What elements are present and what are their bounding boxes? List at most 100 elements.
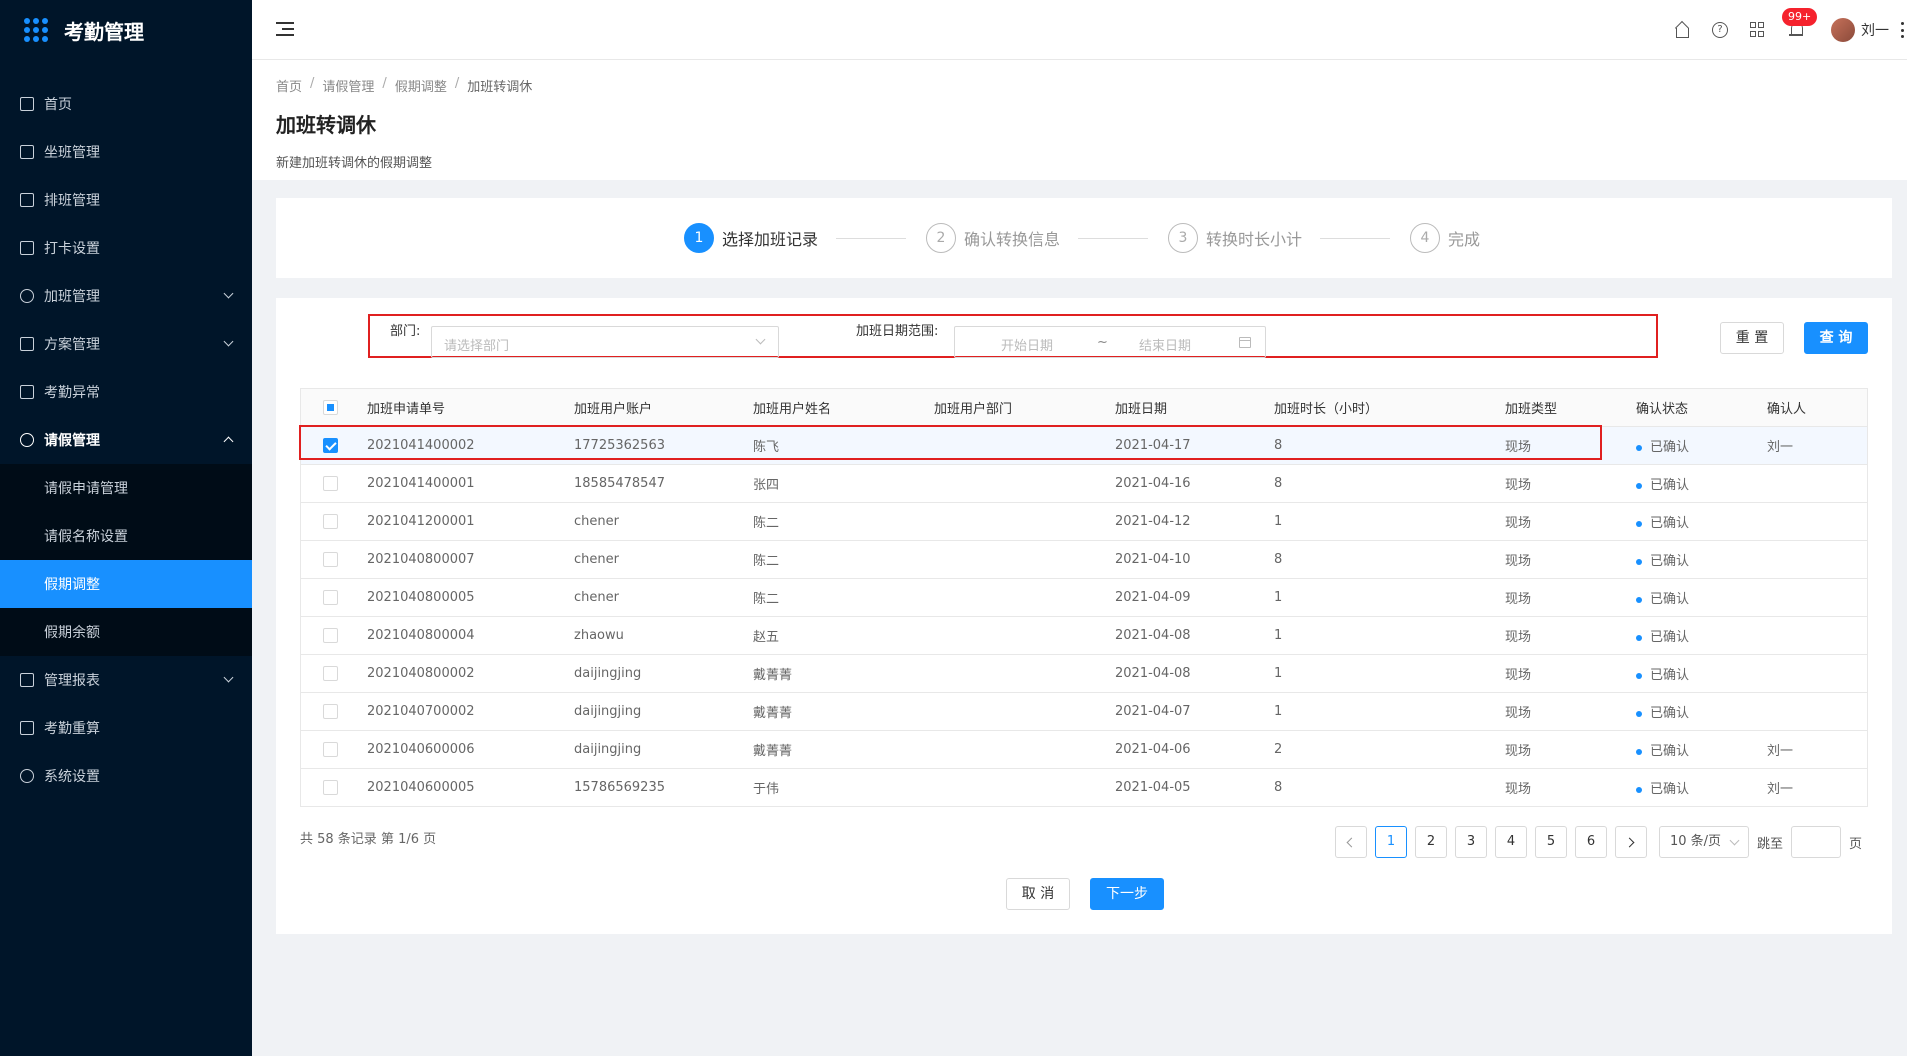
next-page-button[interactable] [1615, 826, 1647, 858]
date-separator: ~ [1097, 335, 1108, 350]
table-cell: 2021-04-06 [1115, 742, 1191, 757]
table-cell: chener [574, 552, 619, 567]
row-select-cell [301, 742, 367, 757]
column-header[interactable]: 确认状态 [1636, 398, 1767, 417]
sidebar-item-exception[interactable]: 考勤异常 [0, 368, 252, 416]
step-number: 4 [1410, 223, 1440, 253]
dept-select[interactable]: 请选择部门 [431, 326, 779, 358]
table-cell: 已确认 [1636, 512, 1767, 531]
prev-page-button[interactable] [1335, 826, 1367, 858]
column-header[interactable]: 加班用户姓名 [753, 398, 934, 417]
page-button-3[interactable]: 3 [1455, 826, 1487, 858]
row-select-cell [301, 590, 367, 605]
home-icon[interactable] [1674, 22, 1690, 38]
row-checkbox[interactable] [323, 476, 338, 491]
chevron-down-icon [223, 672, 234, 683]
avatar[interactable] [1831, 18, 1855, 42]
table-row[interactable]: 2021041400002 17725362563 陈飞 2021-04-17 8 现场 已… [301, 427, 1867, 465]
sidebar-item-leave[interactable]: 请假管理 [0, 416, 252, 464]
grid-icon[interactable] [1750, 22, 1766, 38]
column-header[interactable]: 加班日期 [1115, 398, 1274, 417]
table-row[interactable]: 2021040700002 daijingjing 戴菁菁 2021-04-07 1 现场… [301, 693, 1867, 731]
row-checkbox[interactable] [323, 590, 338, 605]
help-icon[interactable]: ? [1712, 22, 1728, 38]
breadcrumb-home[interactable]: 首页 [276, 76, 302, 95]
sidebar-item-reports[interactable]: 管理报表 [0, 656, 252, 704]
sidebar-subitem-holiday-balance[interactable]: 假期余额 [0, 608, 252, 656]
sidebar-item-office[interactable]: 坐班管理 [0, 128, 252, 176]
table-row[interactable]: 2021040600006 daijingjing 戴菁菁 2021-04-06 2 现场… [301, 731, 1867, 769]
column-header[interactable]: 加班类型 [1505, 398, 1636, 417]
cancel-button[interactable]: 取 消 [1006, 878, 1070, 910]
sidebar-subitem-leave-apply[interactable]: 请假申请管理 [0, 464, 252, 512]
reset-button[interactable]: 重 置 [1720, 322, 1784, 354]
column-header[interactable]: 确认人 [1767, 398, 1867, 417]
table-cell: 现场 [1505, 478, 1532, 493]
sidebar-item-clockin[interactable]: 打卡设置 [0, 224, 252, 272]
table-row[interactable]: 2021040800004 zhaowu 赵五 2021-04-08 1 现场 已确认 [301, 617, 1867, 655]
sidebar-item-schedule[interactable]: 排班管理 [0, 176, 252, 224]
jump-page-input[interactable] [1791, 826, 1842, 858]
table-cell: 2021040700002 [367, 704, 475, 719]
row-checkbox[interactable] [323, 628, 338, 643]
user-name[interactable]: 刘一 [1861, 20, 1889, 40]
sidebar-subitem-holiday-adjust[interactable]: 假期调整 [0, 560, 252, 608]
steps-card: 1 选择加班记录 2 确认转换信息 3 转换时长小计 4 完成 [276, 198, 1892, 278]
page-button-1[interactable]: 1 [1375, 826, 1407, 858]
select-all-checkbox[interactable] [323, 400, 338, 415]
table-cell: 现场 [1505, 630, 1532, 645]
sidebar-item-plan[interactable]: 方案管理 [0, 320, 252, 368]
row-checkbox[interactable] [323, 780, 338, 795]
table-row[interactable]: 2021041200001 chener 陈二 2021-04-12 1 现场 已确认 [301, 503, 1867, 541]
breadcrumb-current: 加班转调休 [467, 80, 533, 95]
sidebar-subitem-leave-names[interactable]: 请假名称设置 [0, 512, 252, 560]
column-header[interactable]: 加班时长（小时） [1274, 398, 1505, 417]
table-row[interactable]: 2021040600005 15786569235 于伟 2021-04-05 8 现场 已… [301, 769, 1867, 807]
start-date-input[interactable]: 开始日期 [1001, 335, 1053, 354]
row-checkbox[interactable] [323, 742, 338, 757]
row-checkbox[interactable] [323, 438, 338, 453]
table-cell: 现场 [1505, 744, 1532, 759]
page-button-5[interactable]: 5 [1535, 826, 1567, 858]
table-cell: 17725362563 [574, 438, 665, 453]
table-cell: 已确认 [1636, 740, 1767, 759]
table-row[interactable]: 2021040800002 daijingjing 戴菁菁 2021-04-08 1 现场… [301, 655, 1867, 693]
page-button-4[interactable]: 4 [1495, 826, 1527, 858]
row-checkbox[interactable] [323, 552, 338, 567]
table-cell: 已确认 [1636, 702, 1767, 721]
column-header[interactable]: 加班用户账户 [574, 398, 753, 417]
breadcrumb-holiday-adjust[interactable]: 假期调整 [395, 76, 447, 95]
column-header[interactable]: 加班用户部门 [934, 398, 1115, 417]
page-button-2[interactable]: 2 [1415, 826, 1447, 858]
sidebar-item-settings[interactable]: 系统设置 [0, 752, 252, 800]
table-cell: 2 [1274, 742, 1283, 757]
breadcrumb-leave[interactable]: 请假管理 [322, 76, 374, 95]
table-row[interactable]: 2021040800005 chener 陈二 2021-04-09 1 现场 已确认 [301, 579, 1867, 617]
sidebar-item-label: 考勤异常 [44, 385, 100, 401]
next-step-button[interactable]: 下一步 [1090, 878, 1164, 910]
sidebar-item-recalc[interactable]: 考勤重算 [0, 704, 252, 752]
row-checkbox[interactable] [323, 704, 338, 719]
sidebar-item-label: 请假管理 [44, 433, 100, 449]
page-button-6[interactable]: 6 [1575, 826, 1607, 858]
end-date-input[interactable]: 结束日期 [1139, 335, 1191, 354]
page-size-select[interactable]: 10 条/页 [1659, 826, 1749, 858]
row-checkbox[interactable] [323, 514, 338, 529]
query-button[interactable]: 查 询 [1804, 322, 1868, 354]
table-cell: 2021-04-05 [1115, 780, 1191, 795]
table-row[interactable]: 2021040800007 chener 陈二 2021-04-10 8 现场 已确认 [301, 541, 1867, 579]
more-vertical-icon[interactable] [1901, 22, 1905, 38]
table-cell: 陈二 [753, 516, 780, 531]
sidebar-item-overtime[interactable]: 加班管理 [0, 272, 252, 320]
table-cell: 戴菁菁 [753, 706, 793, 721]
app-logo[interactable]: 考勤管理 [0, 0, 252, 60]
sidebar-item-home[interactable]: 首页 [0, 80, 252, 128]
date-range-picker[interactable]: 开始日期 ~ 结束日期 [954, 326, 1266, 358]
menu-fold-icon[interactable] [276, 22, 294, 36]
table-cell: 2021041400002 [367, 438, 475, 453]
column-header[interactable]: 加班申请单号 [367, 398, 574, 417]
status-dot [1636, 748, 1642, 755]
row-select-cell [301, 476, 367, 491]
table-row[interactable]: 2021041400001 18585478547 张四 2021-04-16 8 现场 已… [301, 465, 1867, 503]
row-checkbox[interactable] [323, 666, 338, 681]
